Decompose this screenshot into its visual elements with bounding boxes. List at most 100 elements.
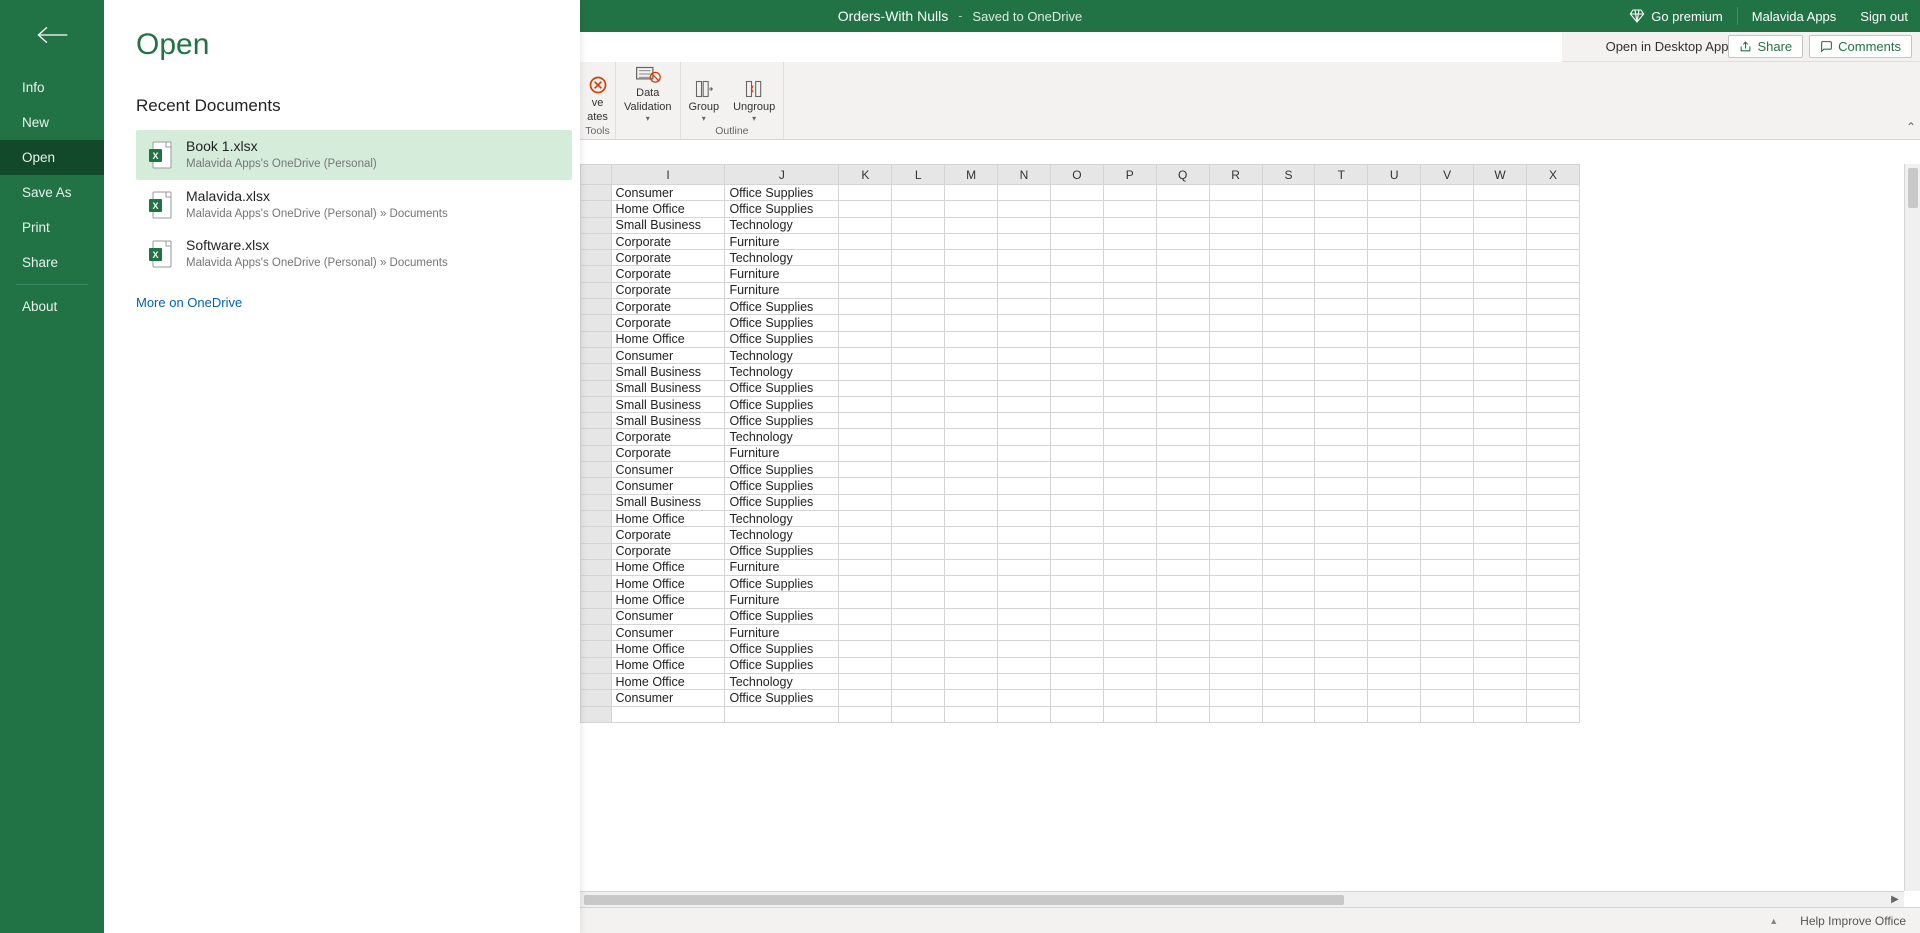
cell[interactable] xyxy=(1050,185,1103,201)
column-header[interactable]: J xyxy=(725,165,839,185)
horizontal-scrollbar[interactable]: ▶ xyxy=(580,891,1904,907)
cell[interactable] xyxy=(892,250,945,266)
cell[interactable] xyxy=(1315,233,1368,249)
cell[interactable] xyxy=(839,510,892,526)
cell[interactable] xyxy=(839,625,892,641)
cell[interactable] xyxy=(1368,266,1421,282)
cell[interactable] xyxy=(945,266,998,282)
cell[interactable] xyxy=(1368,690,1421,706)
row-header[interactable] xyxy=(581,690,612,706)
cell[interactable]: Home Office xyxy=(611,576,725,592)
cell[interactable] xyxy=(839,543,892,559)
cell[interactable] xyxy=(998,608,1051,624)
row-header[interactable] xyxy=(581,706,612,722)
cell[interactable] xyxy=(839,559,892,575)
cell[interactable] xyxy=(839,217,892,233)
cell[interactable] xyxy=(1156,250,1209,266)
cell[interactable] xyxy=(1421,396,1474,412)
cell[interactable] xyxy=(1050,445,1103,461)
cell[interactable] xyxy=(998,413,1051,429)
cell[interactable] xyxy=(1262,559,1315,575)
cell[interactable] xyxy=(1050,592,1103,608)
cell[interactable] xyxy=(1421,641,1474,657)
cell[interactable] xyxy=(839,462,892,478)
cell[interactable] xyxy=(1315,250,1368,266)
nav-share[interactable]: Share xyxy=(0,245,104,280)
row-header[interactable] xyxy=(581,641,612,657)
cell[interactable] xyxy=(1103,315,1156,331)
cell[interactable] xyxy=(1368,543,1421,559)
cell[interactable] xyxy=(1262,364,1315,380)
cell[interactable] xyxy=(1315,364,1368,380)
cell[interactable] xyxy=(1156,576,1209,592)
more-on-onedrive-link[interactable]: More on OneDrive xyxy=(136,295,572,310)
cell[interactable]: Technology xyxy=(725,673,839,689)
cell[interactable] xyxy=(1368,233,1421,249)
column-header[interactable]: I xyxy=(611,165,725,185)
statusbar-menu-icon[interactable]: ▲ xyxy=(1769,916,1778,926)
cell[interactable] xyxy=(1209,543,1262,559)
cell[interactable] xyxy=(1050,657,1103,673)
column-header[interactable]: S xyxy=(1262,165,1315,185)
cell[interactable] xyxy=(1209,625,1262,641)
row-header[interactable] xyxy=(581,625,612,641)
cell[interactable] xyxy=(1156,331,1209,347)
cell[interactable] xyxy=(1156,706,1209,722)
row-header[interactable] xyxy=(581,673,612,689)
cell[interactable] xyxy=(1526,266,1579,282)
cell[interactable] xyxy=(892,690,945,706)
cell[interactable] xyxy=(1209,690,1262,706)
cell[interactable] xyxy=(1474,445,1527,461)
cell[interactable] xyxy=(839,347,892,363)
cell[interactable] xyxy=(1103,478,1156,494)
cell[interactable] xyxy=(1262,396,1315,412)
cell[interactable] xyxy=(1103,413,1156,429)
cell[interactable] xyxy=(1421,185,1474,201)
cell[interactable] xyxy=(945,478,998,494)
cell[interactable]: Consumer xyxy=(611,478,725,494)
cell[interactable] xyxy=(1315,625,1368,641)
cell[interactable]: Office Supplies xyxy=(725,478,839,494)
cell[interactable] xyxy=(998,478,1051,494)
cell[interactable] xyxy=(1209,608,1262,624)
cell[interactable] xyxy=(1315,592,1368,608)
cell[interactable]: Small Business xyxy=(611,494,725,510)
cell[interactable] xyxy=(945,641,998,657)
cell[interactable] xyxy=(1209,185,1262,201)
cell[interactable] xyxy=(1103,217,1156,233)
cell[interactable] xyxy=(1156,657,1209,673)
cell[interactable] xyxy=(1262,657,1315,673)
cell[interactable] xyxy=(611,706,725,722)
cell[interactable]: Home Office xyxy=(611,510,725,526)
cell[interactable] xyxy=(1156,217,1209,233)
row-header[interactable] xyxy=(581,413,612,429)
cell[interactable] xyxy=(1209,559,1262,575)
cell[interactable] xyxy=(1421,380,1474,396)
cell[interactable] xyxy=(1103,673,1156,689)
cell[interactable] xyxy=(1368,413,1421,429)
cell[interactable] xyxy=(1368,559,1421,575)
cell[interactable] xyxy=(1103,527,1156,543)
column-header[interactable]: V xyxy=(1421,165,1474,185)
cell[interactable] xyxy=(839,331,892,347)
cell[interactable] xyxy=(1315,380,1368,396)
cell[interactable] xyxy=(1156,462,1209,478)
cell[interactable] xyxy=(1050,478,1103,494)
cell[interactable] xyxy=(1526,625,1579,641)
cell[interactable] xyxy=(1156,673,1209,689)
cell[interactable] xyxy=(1209,641,1262,657)
cell[interactable] xyxy=(1262,201,1315,217)
cell[interactable] xyxy=(1526,510,1579,526)
cell[interactable] xyxy=(1156,641,1209,657)
cell[interactable] xyxy=(998,576,1051,592)
cell[interactable]: Office Supplies xyxy=(725,396,839,412)
cell[interactable] xyxy=(1526,706,1579,722)
cell[interactable]: Furniture xyxy=(725,266,839,282)
cell[interactable] xyxy=(1526,641,1579,657)
cell[interactable]: Office Supplies xyxy=(725,576,839,592)
cell[interactable] xyxy=(1050,690,1103,706)
cell[interactable] xyxy=(1209,250,1262,266)
cell[interactable] xyxy=(1368,494,1421,510)
cell[interactable]: Consumer xyxy=(611,690,725,706)
nav-open[interactable]: Open xyxy=(0,140,104,175)
